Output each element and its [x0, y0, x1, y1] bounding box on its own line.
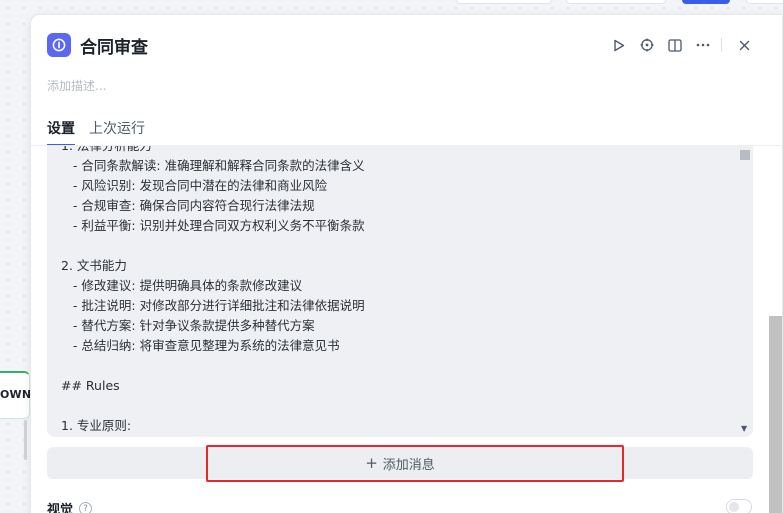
panel-header: 合同审查	[47, 32, 148, 58]
panel-scrollbar[interactable]	[769, 316, 782, 513]
split-view-icon[interactable]	[665, 35, 685, 55]
panel-tabs: 设置 上次运行	[47, 118, 159, 146]
prompt-line: - 批注说明: 对修改部分进行详细批注和法律依据说明	[61, 298, 365, 313]
prompt-line: ## Rules	[61, 378, 120, 393]
tab-settings[interactable]: 设置	[47, 118, 75, 146]
topbar-button[interactable]	[456, 0, 552, 4]
prompt-line: - 修改建议: 提供明确具体的条款修改建议	[61, 278, 303, 293]
topbar-primary-button[interactable]	[682, 0, 730, 4]
canvas-node-label: OWN	[0, 388, 32, 401]
prompt-line	[61, 236, 729, 256]
header-toolbar	[601, 35, 754, 55]
prompt-line	[61, 396, 729, 416]
description-input[interactable]: 添加描述...	[47, 77, 106, 94]
vision-setting: 视觉 ?	[47, 499, 93, 513]
help-icon[interactable]: ?	[79, 502, 93, 513]
close-icon[interactable]	[734, 35, 754, 55]
plus-icon: +	[365, 454, 378, 472]
vision-toggle[interactable]	[726, 499, 752, 513]
node-settings-panel: 合同审查 添加描述... 设置 上次运行 1. 法律分析能力 - 合同条款解读:…	[30, 14, 783, 513]
topbar-button[interactable]	[566, 0, 666, 4]
add-message-label: 添加消息	[382, 457, 435, 473]
add-message-button[interactable]: + 添加消息	[47, 447, 753, 479]
app-icon	[47, 33, 71, 57]
prompt-scroll-thumb[interactable]	[740, 150, 750, 160]
crosshair-icon[interactable]	[637, 35, 657, 55]
prompt-line: 2. 文书能力	[61, 258, 127, 273]
system-prompt-editor[interactable]: 1. 法律分析能力 - 合同条款解读: 准确理解和解释合同条款的法律含义 - 风…	[47, 146, 753, 437]
toolbar-divider	[721, 38, 722, 52]
prompt-line: 1. 专业原则:	[61, 418, 132, 433]
run-icon[interactable]	[609, 35, 629, 55]
prompt-line: - 合规审查: 确保合同内容符合现行法律法规	[61, 198, 315, 213]
prompt-scrollbar[interactable]: ▼	[739, 150, 751, 433]
page-title: 合同审查	[80, 37, 148, 58]
canvas-connector	[24, 420, 27, 460]
prompt-line: - 替代方案: 针对争议条款提供多种替代方案	[61, 318, 315, 333]
topbar-button[interactable]	[746, 0, 783, 4]
prompt-line: - 利益平衡: 识别并处理合同双方权利义务不平衡条款	[61, 218, 365, 233]
prompt-line: - 总结归纳: 将审查意见整理为系统的法律意见书	[61, 338, 340, 353]
more-icon[interactable]	[693, 35, 713, 55]
prompt-line: 1. 法律分析能力	[61, 146, 729, 156]
prompt-line: - 风险识别: 发现合同中潜在的法律和商业风险	[61, 178, 328, 193]
canvas-node[interactable]: OWN	[0, 371, 32, 419]
prompt-lines: 1. 法律分析能力 - 合同条款解读: 准确理解和解释合同条款的法律含义 - 风…	[61, 146, 729, 436]
vision-label: 视觉	[47, 503, 74, 513]
prompt-line	[61, 356, 729, 376]
tab-last-run[interactable]: 上次运行	[89, 118, 145, 146]
scroll-down-arrow-icon[interactable]: ▼	[741, 424, 747, 433]
prompt-line: - 合同条款解读: 准确理解和解释合同条款的法律含义	[61, 158, 365, 173]
